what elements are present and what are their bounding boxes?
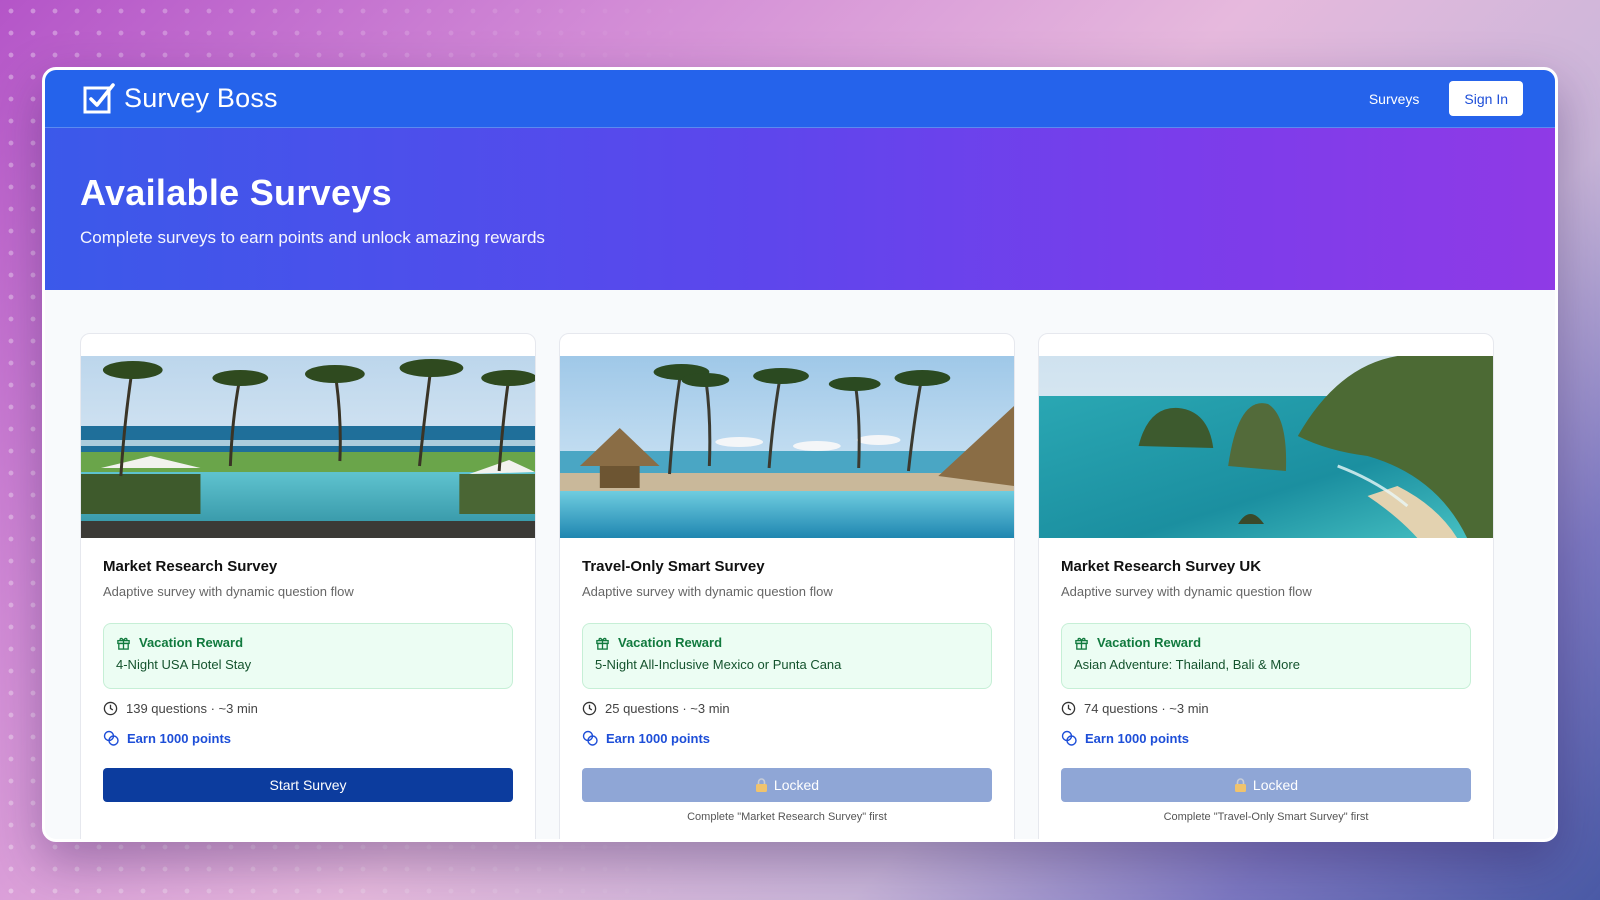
meta-text: 25 questions · ~3 min bbox=[605, 701, 730, 716]
button-label: Locked bbox=[1252, 777, 1299, 793]
reward-label: Vacation Reward bbox=[1097, 635, 1202, 650]
reward-box: Vacation Reward Asian Adventure: Thailan… bbox=[1061, 623, 1471, 689]
card-body: Market Research Survey Adaptive survey w… bbox=[81, 538, 535, 802]
card-description: Adaptive survey with dynamic question fl… bbox=[103, 584, 354, 599]
survey-meta: 139 questions · ~3 min bbox=[103, 701, 513, 716]
reward-label: Vacation Reward bbox=[618, 635, 723, 650]
gift-icon bbox=[1075, 637, 1088, 650]
meta-text: 74 questions · ~3 min bbox=[1084, 701, 1209, 716]
button-label: Locked bbox=[773, 777, 820, 793]
locked-survey-button[interactable]: Locked bbox=[1061, 768, 1471, 802]
coins-icon bbox=[103, 730, 119, 746]
reward-text: 5-Night All-Inclusive Mexico or Punta Ca… bbox=[595, 657, 842, 672]
navbar: Survey Boss Surveys Sign In bbox=[45, 70, 1555, 128]
card-image-beach-resort bbox=[560, 356, 1014, 538]
card-body: Travel-Only Smart Survey Adaptive survey… bbox=[560, 538, 1014, 823]
points-info: Earn 1000 points bbox=[103, 730, 513, 746]
nav-link-surveys[interactable]: Surveys bbox=[1369, 91, 1420, 107]
locked-survey-button[interactable]: Locked bbox=[582, 768, 992, 802]
survey-card-list: Market Research Survey Adaptive survey w… bbox=[80, 333, 1524, 839]
checkbox-icon bbox=[83, 82, 115, 113]
hero-banner: Available Surveys Complete surveys to ea… bbox=[45, 128, 1555, 290]
survey-card: Travel-Only Smart Survey Adaptive survey… bbox=[559, 333, 1015, 839]
gift-icon bbox=[117, 637, 130, 650]
sign-in-button[interactable]: Sign In bbox=[1449, 81, 1523, 116]
card-title: Market Research Survey UK bbox=[1061, 558, 1262, 575]
points-info: Earn 1000 points bbox=[1061, 730, 1471, 746]
card-image-tropical-cliffs bbox=[1039, 356, 1493, 538]
points-text: Earn 1000 points bbox=[1085, 730, 1190, 746]
page-title: Available Surveys bbox=[80, 172, 392, 213]
survey-card: Market Research Survey Adaptive survey w… bbox=[80, 333, 536, 839]
coins-icon bbox=[1061, 730, 1077, 746]
reward-box: Vacation Reward 4-Night USA Hotel Stay bbox=[103, 623, 513, 689]
reward-label: Vacation Reward bbox=[139, 635, 244, 650]
browser-window: Survey Boss Surveys Sign In Available Su… bbox=[42, 67, 1558, 842]
card-title: Market Research Survey bbox=[103, 558, 278, 575]
lock-note: Complete "Travel-Only Smart Survey" firs… bbox=[1163, 811, 1369, 823]
clock-icon bbox=[1061, 701, 1076, 716]
brand-name: Survey Boss bbox=[124, 83, 278, 113]
card-image-resort-pool bbox=[81, 356, 535, 538]
survey-meta: 25 questions · ~3 min bbox=[582, 701, 992, 716]
reward-header: Vacation Reward bbox=[1074, 635, 1458, 650]
button-label: Start Survey bbox=[269, 777, 347, 793]
clock-icon bbox=[103, 701, 118, 716]
reward-header: Vacation Reward bbox=[116, 635, 500, 650]
gift-icon bbox=[596, 637, 609, 650]
reward-header: Vacation Reward bbox=[595, 635, 979, 650]
lock-icon bbox=[1234, 778, 1246, 792]
points-info: Earn 1000 points bbox=[582, 730, 992, 746]
points-text: Earn 1000 points bbox=[606, 730, 711, 746]
card-body: Market Research Survey UK Adaptive surve… bbox=[1039, 538, 1493, 823]
card-description: Adaptive survey with dynamic question fl… bbox=[582, 584, 833, 599]
coins-icon bbox=[582, 730, 598, 746]
page-subtitle: Complete surveys to earn points and unlo… bbox=[80, 228, 545, 247]
clock-icon bbox=[582, 701, 597, 716]
reward-text: Asian Adventure: Thailand, Bali & More bbox=[1074, 657, 1300, 672]
survey-meta: 74 questions · ~3 min bbox=[1061, 701, 1471, 716]
start-survey-button[interactable]: Start Survey bbox=[103, 768, 513, 802]
nav-right: Surveys Sign In bbox=[1369, 81, 1523, 116]
lock-note: Complete "Market Research Survey" first bbox=[687, 811, 887, 823]
card-title: Travel-Only Smart Survey bbox=[582, 558, 765, 575]
points-text: Earn 1000 points bbox=[127, 730, 232, 746]
meta-text: 139 questions · ~3 min bbox=[126, 701, 258, 716]
reward-text: 4-Night USA Hotel Stay bbox=[116, 657, 252, 672]
survey-card: Market Research Survey UK Adaptive surve… bbox=[1038, 333, 1494, 839]
reward-box: Vacation Reward 5-Night All-Inclusive Me… bbox=[582, 623, 992, 689]
brand[interactable]: Survey Boss bbox=[82, 82, 278, 116]
card-description: Adaptive survey with dynamic question fl… bbox=[1061, 584, 1312, 599]
lock-icon bbox=[755, 778, 767, 792]
